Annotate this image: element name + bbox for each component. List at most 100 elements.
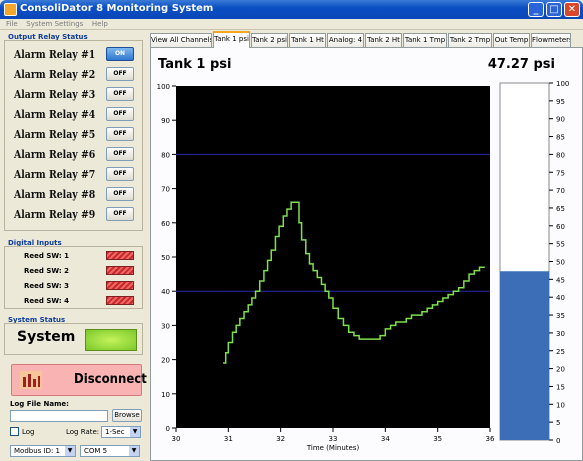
x-tick-label: 32 [276, 435, 285, 443]
close-button[interactable]: ✕ [564, 2, 580, 17]
gauge-tick-label: 75 [556, 169, 565, 177]
chevron-down-icon: ▼ [130, 427, 140, 437]
menu-bar: File System Settings Help [0, 19, 583, 30]
chart-panel: Tank 1 psi 47.27 psi 0 10 20 30 40 50 60 70 80 90… [150, 47, 583, 461]
y-tick-label: 10 [161, 391, 170, 399]
log-rate-value: 1-Sec [105, 428, 125, 436]
tab-flowmeters[interactable]: Flowmeters [531, 33, 571, 47]
log-file-input[interactable] [10, 410, 108, 422]
log-rate-select[interactable]: 1-Sec ▼ [101, 426, 141, 438]
gauge-tick-label: 30 [556, 330, 565, 338]
relay-label: Alarm Relay #1 [14, 48, 96, 61]
gauge-tick-label: 60 [556, 223, 565, 231]
gauge-tick-label: 50 [556, 259, 565, 267]
tab-out-temp[interactable]: Out Temp [493, 33, 530, 47]
tab-tank-2-psi[interactable]: Tank 2 psi [251, 33, 288, 47]
plot-area [176, 86, 490, 428]
relay-toggle-button[interactable]: OFF [106, 87, 134, 101]
x-tick-label: 31 [224, 435, 233, 443]
gauge-tick-label: 20 [556, 366, 565, 374]
gauge-tick-label: 100 [556, 80, 569, 88]
modbus-id-value: Modbus ID: 1 [14, 447, 61, 455]
window-title: ConsoliDator 8 Monitoring System [20, 3, 214, 14]
tab-tank-1-ht[interactable]: Tank 1 Ht [289, 33, 326, 47]
gauge-fill [500, 271, 549, 440]
x-axis-label: Time (Minutes) [306, 444, 360, 452]
minimize-button[interactable]: _ [528, 2, 544, 17]
disconnect-label: Disconnect [74, 372, 147, 387]
y-tick-label: 70 [161, 186, 170, 194]
gauge-tick-label: 65 [556, 205, 565, 213]
menu-system-settings[interactable]: System Settings [26, 20, 83, 28]
digital-input-label: Reed SW: 4 [24, 297, 69, 305]
com-port-value: COM 5 [84, 447, 108, 455]
relay-label: Alarm Relay #2 [14, 68, 96, 81]
gauge-tick-label: 10 [556, 401, 565, 409]
browse-button[interactable]: Browse [112, 409, 142, 422]
gauge-tick-label: 15 [556, 383, 565, 391]
y-tick-label: 40 [161, 288, 170, 296]
relay-label: Alarm Relay #8 [14, 188, 96, 201]
disconnect-button[interactable]: Disconnect [11, 364, 147, 396]
x-tick-label: 36 [486, 435, 495, 443]
relay-toggle-button[interactable]: OFF [106, 187, 134, 201]
menu-help[interactable]: Help [92, 20, 108, 28]
y-tick-label: 20 [161, 357, 170, 365]
gauge-tick-label: 5 [556, 419, 560, 427]
relay-toggle-button[interactable]: OFF [106, 207, 134, 221]
relay-toggle-button[interactable]: ON [106, 47, 134, 61]
chevron-down-icon: ▼ [129, 446, 139, 456]
maximize-button[interactable]: □ [546, 2, 562, 17]
gauge-tick-label: 0 [556, 437, 560, 445]
digital-input-indicator [106, 296, 134, 305]
window-titlebar: ConsoliDator 8 Monitoring System _ □ ✕ [0, 0, 583, 19]
gauge-tick-label: 55 [556, 241, 565, 249]
digital-input-label: Reed SW: 3 [24, 282, 69, 290]
chevron-down-icon: ▼ [65, 446, 75, 456]
gauge-tick-label: 45 [556, 276, 565, 284]
y-tick-label: 30 [161, 322, 170, 330]
modbus-id-select[interactable]: Modbus ID: 1 ▼ [10, 445, 76, 457]
digital-input-label: Reed SW: 1 [24, 252, 69, 260]
log-checkbox-label: Log [22, 428, 35, 436]
chart-svg: 010203040506070809010030 31 32 33 34 35 36Time… [157, 80, 570, 452]
menu-file[interactable]: File [6, 20, 18, 28]
relay-toggle-button[interactable]: OFF [106, 127, 134, 141]
y-tick-label: 80 [161, 151, 170, 159]
x-tick-label: 35 [433, 435, 442, 443]
tab-tank-1-psi[interactable]: Tank 1 psi [213, 31, 250, 48]
x-tick-label: 30 [172, 435, 181, 443]
y-tick-label: 0 [166, 425, 170, 433]
gauge-tick-label: 25 [556, 348, 565, 356]
tab-tank-2-tmp[interactable]: Tank 2 Tmp [448, 33, 492, 47]
digital-input-indicator [106, 266, 134, 275]
tab-tank-2-ht[interactable]: Tank 2 Ht [365, 33, 402, 47]
log-checkbox[interactable] [10, 427, 19, 436]
relay-label: Alarm Relay #6 [14, 148, 96, 161]
digital-input-indicator [106, 281, 134, 290]
relay-label: Alarm Relay #3 [14, 88, 96, 101]
relay-toggle-button[interactable]: OFF [106, 107, 134, 121]
tab-view-all-channels[interactable]: View All Channels [150, 33, 212, 47]
relay-label: Alarm Relay #5 [14, 128, 96, 141]
tab-tank-1-tmp[interactable]: Tank 1 Tmp [403, 33, 447, 47]
com-port-select[interactable]: COM 5 ▼ [80, 445, 140, 457]
system-status-indicator [85, 329, 137, 351]
log-file-label: Log File Name: [10, 400, 69, 408]
gauge-tick-label: 85 [556, 134, 565, 142]
digital-input-label: Reed SW: 2 [24, 267, 69, 275]
log-rate-label: Log Rate: [66, 428, 100, 436]
relay-label: Alarm Relay #9 [14, 208, 96, 221]
y-tick-label: 60 [161, 220, 170, 228]
tab-analog-4[interactable]: Analog: 4 [327, 33, 364, 47]
app-icon [4, 3, 17, 16]
relay-label: Alarm Relay #4 [14, 108, 96, 121]
digital-input-indicator [106, 251, 134, 260]
relay-toggle-button[interactable]: OFF [106, 167, 134, 181]
relay-toggle-button[interactable]: OFF [106, 67, 134, 81]
gauge-tick-label: 70 [556, 187, 565, 195]
x-tick-label: 33 [329, 435, 338, 443]
gauge-tick-label: 35 [556, 312, 565, 320]
relay-label: Alarm Relay #7 [14, 168, 96, 181]
relay-toggle-button[interactable]: OFF [106, 147, 134, 161]
